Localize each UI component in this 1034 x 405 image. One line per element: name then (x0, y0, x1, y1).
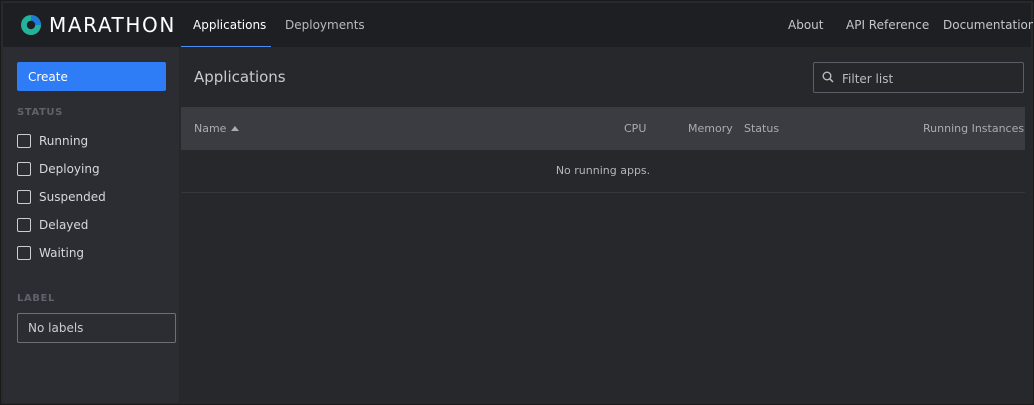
column-header-memory[interactable]: Memory (688, 107, 733, 150)
filter-label: Deploying (39, 162, 100, 176)
filter-label: Running (39, 134, 89, 148)
status-section-title: STATUS (17, 107, 63, 118)
page-title: Applications (194, 68, 286, 86)
filter-suspended[interactable]: Suspended (17, 189, 106, 205)
filter-waiting[interactable]: Waiting (17, 245, 84, 261)
filter-label: Suspended (39, 190, 106, 204)
column-label: Name (194, 122, 227, 135)
marathon-logo-icon (21, 15, 41, 35)
empty-state-message: No running apps. (555, 164, 651, 177)
sidebar: Create STATUS Running Deploying Suspende… (3, 47, 179, 403)
app-window: MARATHON Applications Deployments About … (0, 0, 1034, 405)
filter-label: Waiting (39, 246, 85, 260)
column-header-running-instances[interactable]: Running Instances (923, 107, 1024, 150)
filter-deploying[interactable]: Deploying (17, 161, 100, 177)
nav-link-about[interactable]: About (788, 3, 823, 47)
table-header: Name CPU Memory Status Running Instances (181, 107, 1025, 150)
search-icon (822, 71, 834, 83)
label-select[interactable]: No labels (17, 313, 176, 343)
nav-link-documentation[interactable]: Documentation (943, 3, 1033, 47)
app-name: MARATHON (49, 13, 176, 37)
tab-deployments[interactable]: Deployments (285, 3, 365, 47)
top-navbar: MARATHON Applications Deployments About … (3, 3, 1033, 49)
filter-label: Delayed (39, 218, 89, 232)
create-button[interactable]: Create (17, 62, 166, 91)
tab-applications[interactable]: Applications (193, 3, 266, 47)
checkbox-icon[interactable] (17, 190, 31, 204)
main-content: Applications Name CPU Memory Status Runn… (179, 47, 1031, 402)
column-header-name[interactable]: Name (194, 107, 240, 150)
label-section-title: LABEL (17, 293, 55, 304)
filter-field[interactable] (813, 62, 1024, 94)
app-logo[interactable]: MARATHON (20, 13, 176, 37)
checkbox-icon[interactable] (17, 246, 31, 260)
filter-delayed[interactable]: Delayed (17, 217, 88, 233)
checkbox-icon[interactable] (17, 218, 31, 232)
filter-running[interactable]: Running (17, 133, 88, 149)
checkbox-icon[interactable] (17, 162, 31, 176)
table-row: No running apps. (181, 150, 1025, 193)
checkbox-icon[interactable] (17, 134, 31, 148)
column-header-status[interactable]: Status (744, 107, 779, 150)
filter-input[interactable] (840, 63, 1022, 94)
column-header-cpu[interactable]: CPU (624, 107, 646, 150)
nav-link-api-reference[interactable]: API Reference (846, 3, 929, 47)
sort-asc-icon (231, 125, 240, 131)
